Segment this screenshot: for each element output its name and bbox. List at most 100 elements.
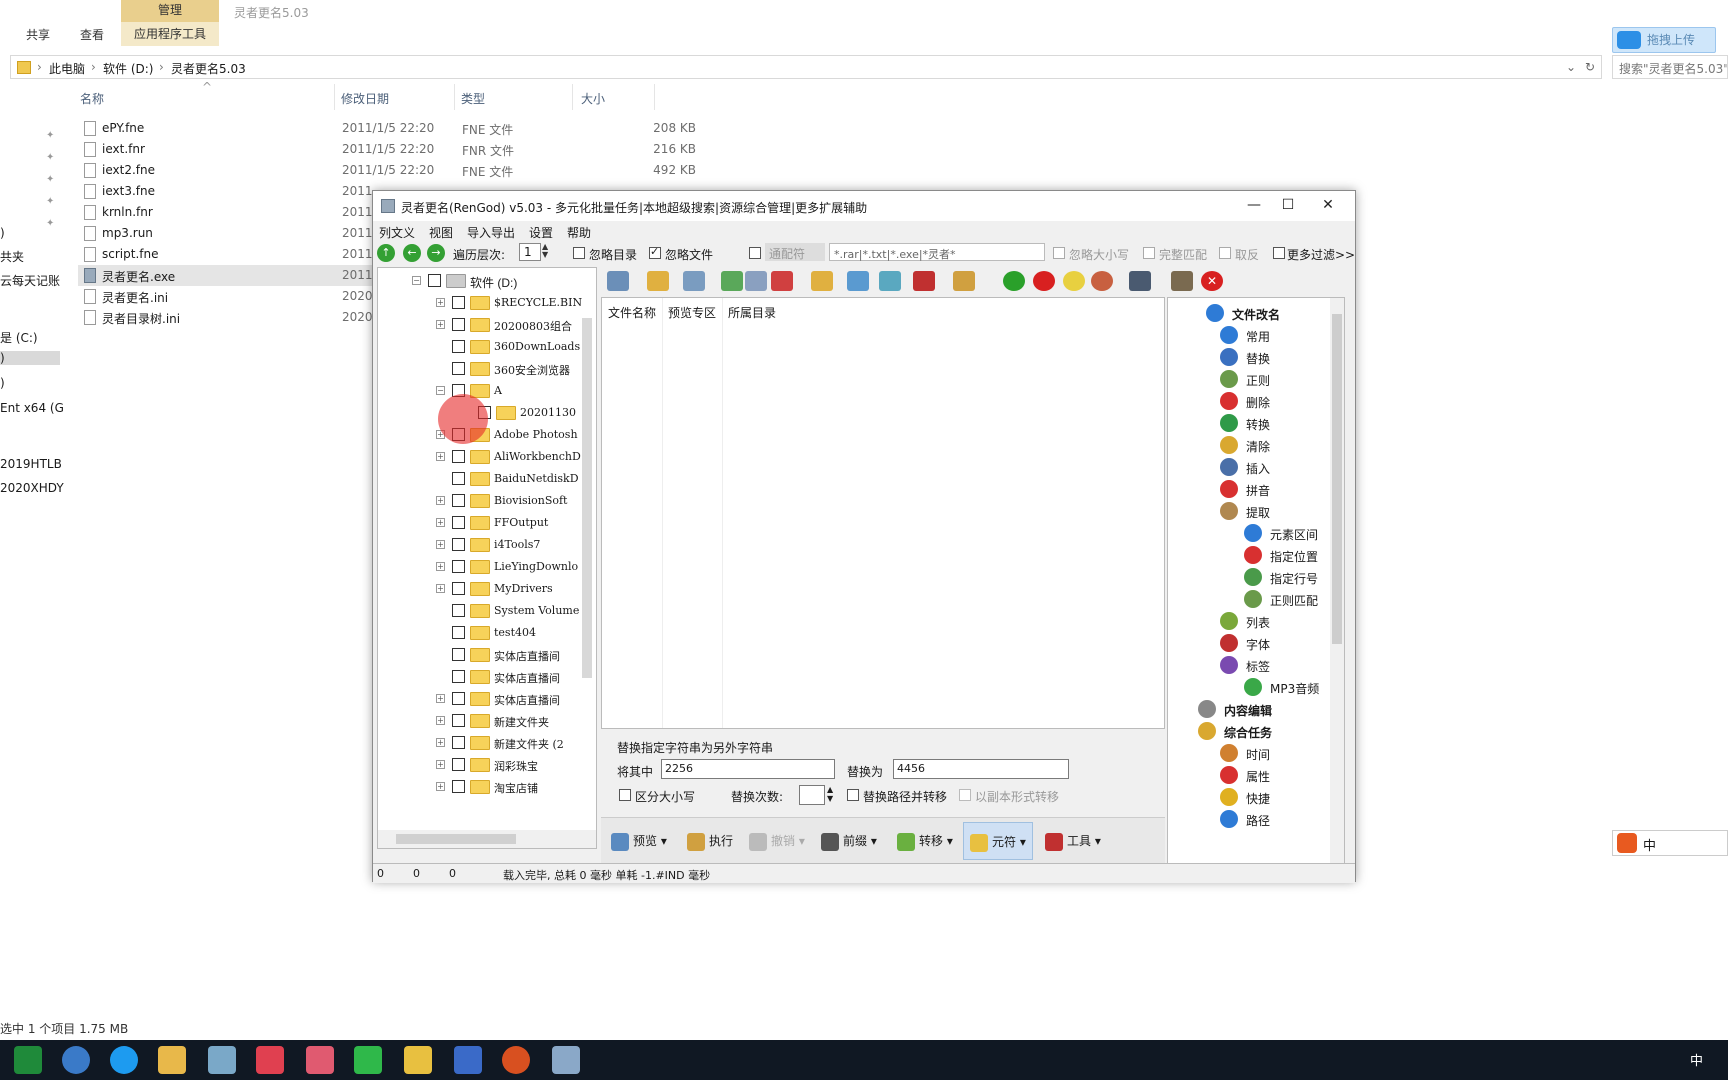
settings-app-icon[interactable] (454, 1046, 482, 1074)
expand-icon[interactable]: + (436, 298, 445, 307)
tree-checkbox[interactable] (452, 362, 465, 375)
col-size[interactable]: 大小 (581, 90, 605, 107)
editor-icon[interactable] (404, 1046, 432, 1074)
tree-checkbox[interactable] (452, 626, 465, 639)
traffic-light-icon[interactable] (1091, 271, 1113, 291)
list-header-preview[interactable]: 预览专区 (668, 304, 716, 321)
tree-checkbox[interactable] (452, 736, 465, 749)
forward-arrow-icon[interactable]: → (427, 244, 445, 262)
case-sensitive-checkbox[interactable] (619, 789, 631, 801)
maximize-button[interactable]: ☐ (1273, 195, 1303, 215)
menu-settings[interactable]: 设置 (529, 224, 553, 241)
move-button[interactable]: 转移 ▾ (897, 832, 953, 851)
nav-item[interactable]: 是 (C:) (0, 329, 38, 346)
app-pink-icon[interactable] (306, 1046, 334, 1074)
invert-checkbox[interactable] (1219, 247, 1231, 259)
expand-icon[interactable]: + (436, 584, 445, 593)
move-in-icon[interactable] (721, 271, 743, 291)
tree-checkbox[interactable] (452, 604, 465, 617)
preview-button[interactable]: 预览 ▾ (611, 832, 667, 851)
cart-icon[interactable] (913, 271, 935, 291)
expand-icon[interactable]: + (436, 782, 445, 791)
back-arrow-icon[interactable]: ← (403, 244, 421, 262)
chevron-down-icon[interactable]: ⌄ (1566, 60, 1576, 74)
wildcard-checkbox[interactable] (749, 247, 761, 259)
tree-checkbox[interactable] (452, 582, 465, 595)
execute-button[interactable]: 执行 (687, 832, 733, 851)
tree-checkbox[interactable] (452, 758, 465, 771)
ignore-dir-checkbox[interactable] (573, 247, 585, 259)
paste-icon[interactable] (953, 271, 975, 291)
app-orange-icon[interactable] (502, 1046, 530, 1074)
nav-item[interactable]: 2019HTLB (0, 457, 62, 471)
search-input[interactable]: 搜索"灵者更名5.03" (1612, 55, 1728, 79)
tree-hscrollbar[interactable] (378, 830, 596, 848)
more-filter-checkbox[interactable] (1273, 247, 1285, 259)
tree-checkbox[interactable] (452, 494, 465, 507)
full-match-checkbox[interactable] (1143, 247, 1155, 259)
pattern-input[interactable]: *.rar|*.txt|*.exe|*灵者* (829, 243, 1045, 261)
red-light-icon[interactable] (1033, 271, 1055, 291)
file-list[interactable]: 文件名称 预览专区 所属目录 (601, 297, 1165, 729)
expand-icon[interactable]: + (436, 320, 445, 329)
expand-icon[interactable]: + (436, 760, 445, 769)
count-spinner[interactable]: ▲ ▼ (827, 785, 833, 803)
binoculars-icon[interactable] (1129, 271, 1151, 291)
file-explorer-icon[interactable] (158, 1046, 186, 1074)
directory-tree[interactable]: − 软件 (D:) + $RECYCLE.BIN +20200803组合 360Do… (377, 267, 597, 849)
tree-checkbox[interactable] (428, 274, 441, 287)
expand-icon[interactable]: + (436, 694, 445, 703)
function-tree[interactable]: 文件改名 常用 替换 正则 删除 转换 清除 插入 拼音 提取 元素区间 指定位… (1167, 297, 1345, 865)
tree-checkbox[interactable] (452, 318, 465, 331)
more-filter-button[interactable]: 更多过滤>> (1287, 246, 1355, 263)
collapse-icon[interactable]: − (436, 386, 445, 395)
app-red-icon[interactable] (256, 1046, 284, 1074)
replace-to-input[interactable]: 4456 (893, 759, 1069, 779)
tree-checkbox[interactable] (452, 714, 465, 727)
ignore-file-checkbox[interactable] (649, 245, 661, 259)
file-row[interactable]: ePY.fne 2011/1/5 22:20 FNE 文件 208 KB (78, 118, 696, 139)
expand-icon[interactable]: + (436, 716, 445, 725)
nav-item[interactable]: ) (0, 376, 5, 390)
menu-help[interactable]: 帮助 (567, 224, 591, 241)
title-bar[interactable]: 灵者更名(RenGod) v5.03 - 多元化批量任务|本地超级搜索|资源综合… (373, 191, 1355, 221)
notes-icon[interactable] (208, 1046, 236, 1074)
depth-spinner[interactable]: ▲ ▼ (542, 243, 548, 259)
up-arrow-icon[interactable]: ↑ (377, 244, 395, 262)
tree-checkbox[interactable] (452, 516, 465, 529)
wildcard-select[interactable]: 通配符 (765, 243, 825, 261)
tree-checkbox[interactable] (452, 450, 465, 463)
delete-icon[interactable] (771, 271, 793, 291)
nav-item[interactable]: 云每天记账 (0, 272, 60, 289)
breadcrumb-folder[interactable]: 灵者更名5.03 (171, 60, 246, 77)
col-type[interactable]: 类型 (461, 90, 485, 107)
file-row[interactable]: iext2.fne 2011/1/5 22:20 FNE 文件 492 KB (78, 160, 696, 181)
file-row[interactable]: iext.fnr 2011/1/5 22:20 FNR 文件 216 KB (78, 139, 696, 160)
replace-count-input[interactable] (799, 785, 825, 805)
replace-from-input[interactable]: 2256 (661, 759, 835, 779)
exit-icon[interactable]: ✕ (1201, 271, 1223, 291)
expand-icon[interactable]: + (436, 496, 445, 505)
green-light-icon[interactable] (1003, 271, 1025, 291)
menu-list[interactable]: 列文义 (379, 224, 415, 241)
open-folder-icon[interactable] (811, 271, 833, 291)
rengod-taskbar-icon[interactable] (552, 1046, 580, 1074)
expand-icon[interactable]: + (436, 562, 445, 571)
file-row-selected[interactable]: 灵者更名.exe 2011 (78, 265, 378, 286)
minimize-button[interactable]: — (1239, 195, 1269, 215)
copy-icon[interactable] (745, 271, 767, 291)
close-button[interactable]: ✕ (1313, 195, 1343, 215)
col-name[interactable]: 名称 (80, 90, 104, 107)
yellow-light-icon[interactable] (1063, 271, 1085, 291)
ime-toolbar[interactable]: 中 (1612, 830, 1728, 856)
nav-item-selected[interactable]: ) (0, 351, 60, 365)
excel-icon[interactable] (14, 1046, 42, 1074)
expand-icon[interactable]: + (436, 738, 445, 747)
prefix-button[interactable]: 前缀 ▾ (821, 832, 877, 851)
tab-share[interactable]: 共享 (26, 24, 50, 46)
list-header-filename[interactable]: 文件名称 (608, 304, 656, 321)
col-date[interactable]: 修改日期 (341, 90, 389, 107)
tree-checkbox[interactable] (452, 648, 465, 661)
qq-browser-icon[interactable] (110, 1046, 138, 1074)
user-icon[interactable] (1171, 271, 1193, 291)
